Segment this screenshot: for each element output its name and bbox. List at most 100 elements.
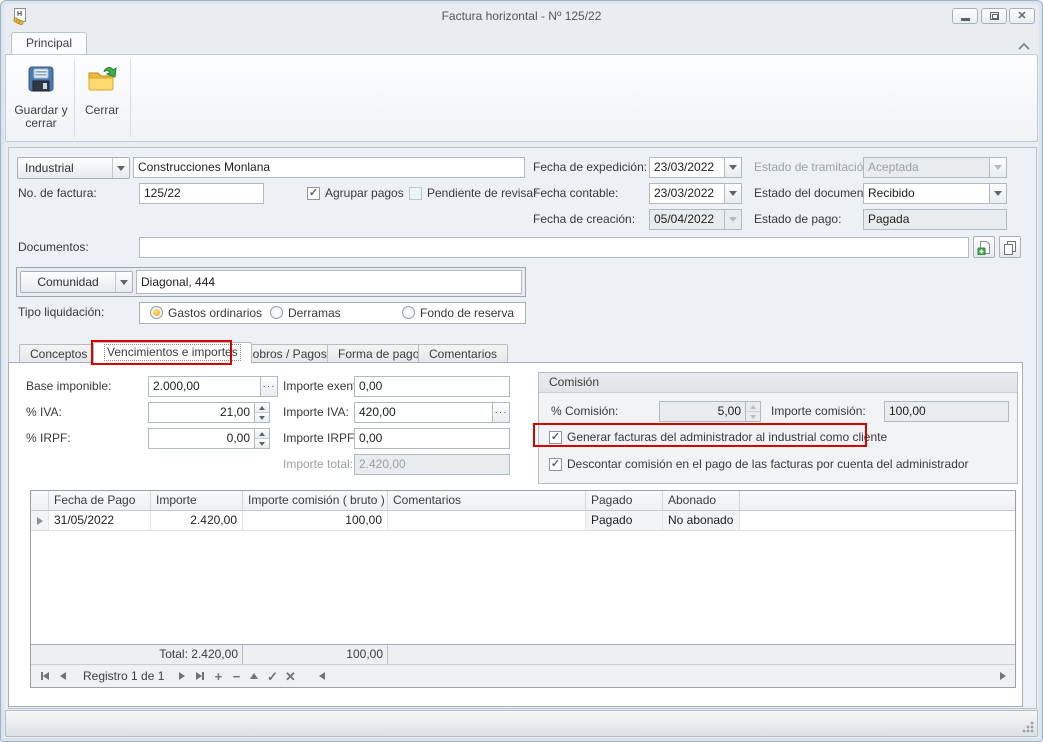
importe-irpf-field[interactable]: 0,00 xyxy=(354,428,510,449)
spinner-buttons[interactable] xyxy=(254,429,269,448)
total-label: Total: xyxy=(159,647,188,661)
comunidad-group: Comunidad Diagonal, 444 xyxy=(16,267,526,297)
nav-prev-button[interactable] xyxy=(55,668,71,684)
spinner-buttons xyxy=(745,402,760,421)
cell-comentarios[interactable] xyxy=(388,511,586,531)
cell-importe-comision[interactable]: 100,00 xyxy=(243,511,388,531)
iva-pct-field[interactable]: 21,00 xyxy=(148,402,270,423)
window-title: Factura horizontal - Nº 125/22 xyxy=(1,9,1042,23)
documentos-field[interactable] xyxy=(139,237,969,258)
grid-empty-area[interactable] xyxy=(31,531,1015,644)
hscroll-right-button[interactable] xyxy=(995,668,1011,684)
estado-documento-field[interactable]: Recibido xyxy=(863,183,1007,204)
invoice-number-label: No. de factura: xyxy=(18,183,97,204)
tab-vencimientos-importes[interactable]: Vencimientos e importes xyxy=(93,342,252,363)
total-importe-value: 2.420,00 xyxy=(191,647,238,661)
nav-cancel-button[interactable]: ✕ xyxy=(282,668,298,684)
tab-conceptos[interactable]: Conceptos xyxy=(19,344,98,363)
cell-pagado[interactable]: Pagado xyxy=(586,511,663,531)
fecha-expedicion-field[interactable]: 23/03/2022 xyxy=(649,157,742,178)
nav-last-button[interactable] xyxy=(192,668,208,684)
add-document-button[interactable] xyxy=(973,236,995,258)
ribbon-tab-strip: Principal xyxy=(5,31,1038,54)
total-comision-value: 100,00 xyxy=(346,647,383,661)
radio-fondo-reserva[interactable] xyxy=(402,306,415,319)
nav-edit-button[interactable] xyxy=(246,668,262,684)
ellipsis-button[interactable]: ··· xyxy=(260,377,277,396)
radio-derramas-label[interactable]: Derramas xyxy=(288,303,341,324)
cell-filler xyxy=(740,511,1015,531)
importe-exento-field[interactable]: 0,00 xyxy=(354,376,510,397)
nav-append-button[interactable]: + xyxy=(210,668,226,684)
grid-header-importe-comision[interactable]: Importe comisión ( bruto ) xyxy=(243,491,388,511)
agrupar-pagos-label[interactable]: Agrupar pagos xyxy=(325,183,404,204)
descontar-comision-checkbox[interactable]: ✓ xyxy=(549,458,562,471)
save-and-close-button[interactable]: Guardar y cerrar xyxy=(10,58,72,138)
chevron-down-icon xyxy=(112,158,129,178)
irpf-pct-label: % IRPF: xyxy=(26,428,71,449)
entity-type-value: Industrial xyxy=(18,158,112,178)
importe-iva-field[interactable]: 420,00 ··· xyxy=(354,402,510,423)
grid-header-abonado[interactable]: Abonado xyxy=(663,491,740,511)
ellipsis-button[interactable]: ··· xyxy=(492,403,509,422)
importe-irpf-value: 0,00 xyxy=(355,429,509,448)
ribbon-tab-principal[interactable]: Principal xyxy=(11,32,87,55)
nav-delete-button[interactable]: − xyxy=(228,668,244,684)
cell-importe[interactable]: 2.420,00 xyxy=(151,511,243,531)
calendar-dropdown-icon[interactable] xyxy=(724,184,741,203)
cell-fecha-pago[interactable]: 31/05/2022 xyxy=(49,511,151,531)
entity-type-combo[interactable]: Industrial xyxy=(17,157,130,179)
pendiente-revisar-checkbox[interactable] xyxy=(409,187,422,200)
resize-grip[interactable] xyxy=(1022,721,1034,733)
importe-total-field: 2.420,00 xyxy=(354,454,510,475)
tab-comentarios[interactable]: Comentarios xyxy=(418,344,508,363)
invoice-number-field[interactable]: 125/22 xyxy=(139,183,264,204)
tipo-liquidacion-group: Gastos ordinarios Derramas Fondo de rese… xyxy=(139,302,526,324)
entity-name-field[interactable]: Construcciones Monlana xyxy=(133,157,525,178)
chevron-down-icon[interactable] xyxy=(989,184,1006,203)
comunidad-type-value: Comunidad xyxy=(21,272,115,292)
generar-facturas-checkbox[interactable]: ✓ xyxy=(549,431,562,444)
nav-first-button[interactable] xyxy=(37,668,53,684)
base-imponible-value: 2.000,00 xyxy=(149,377,260,396)
hscroll-left-button[interactable] xyxy=(314,668,330,684)
importe-comision-field: 100,00 xyxy=(884,401,1009,422)
grid-header-pagado[interactable]: Pagado xyxy=(586,491,663,511)
radio-fondo-reserva-label[interactable]: Fondo de reserva xyxy=(420,303,514,324)
irpf-pct-value: 0,00 xyxy=(149,429,254,448)
grid-header-filler xyxy=(740,491,1015,511)
importe-comision-value: 100,00 xyxy=(885,402,1008,421)
comunidad-address-field[interactable]: Diagonal, 444 xyxy=(136,270,522,294)
radio-gastos-ordinarios-label[interactable]: Gastos ordinarios xyxy=(168,303,262,324)
radio-gastos-ordinarios[interactable] xyxy=(150,306,163,319)
close-button[interactable]: ✕ xyxy=(1009,8,1035,24)
descontar-comision-label[interactable]: Descontar comisión en el pago de las fac… xyxy=(567,454,969,475)
cerrar-button[interactable]: Cerrar xyxy=(77,58,127,138)
calendar-dropdown-icon[interactable] xyxy=(724,158,741,177)
minimize-button[interactable] xyxy=(952,8,978,24)
grid-header-comentarios[interactable]: Comentarios xyxy=(388,491,586,511)
base-imponible-field[interactable]: 2.000,00 ··· xyxy=(148,376,278,397)
fecha-contable-field[interactable]: 23/03/2022 xyxy=(649,183,742,204)
generar-facturas-label[interactable]: Generar facturas del administrador al in… xyxy=(567,427,887,448)
total-comision-cell: 100,00 xyxy=(243,645,388,664)
pendiente-revisar-label[interactable]: Pendiente de revisar xyxy=(427,183,537,204)
grid-header-fecha-pago[interactable]: Fecha de Pago xyxy=(49,491,151,511)
maximize-button[interactable] xyxy=(981,8,1007,24)
tab-forma-pago[interactable]: Forma de pago xyxy=(327,344,430,363)
nav-next-button[interactable] xyxy=(174,668,190,684)
titlebar: H Factura horizontal - Nº 125/22 ✕ xyxy=(1,1,1042,31)
radio-derramas[interactable] xyxy=(270,306,283,319)
comunidad-combo[interactable]: Comunidad xyxy=(20,271,133,293)
collapse-ribbon-icon[interactable] xyxy=(1018,39,1030,53)
cell-abonado[interactable]: No abonado xyxy=(663,511,740,531)
grid-header-importe[interactable]: Importe xyxy=(151,491,243,511)
spinner-buttons[interactable] xyxy=(254,403,269,422)
copy-document-button[interactable] xyxy=(999,236,1021,258)
importe-iva-value: 420,00 xyxy=(355,403,492,422)
irpf-pct-field[interactable]: 0,00 xyxy=(148,428,270,449)
save-and-close-label: Guardar y cerrar xyxy=(10,104,72,130)
agrupar-pagos-checkbox[interactable]: ✓ xyxy=(307,187,320,200)
table-row: 31/05/2022 2.420,00 100,00 Pagado No abo… xyxy=(31,511,1015,531)
nav-post-button[interactable]: ✓ xyxy=(264,668,280,684)
